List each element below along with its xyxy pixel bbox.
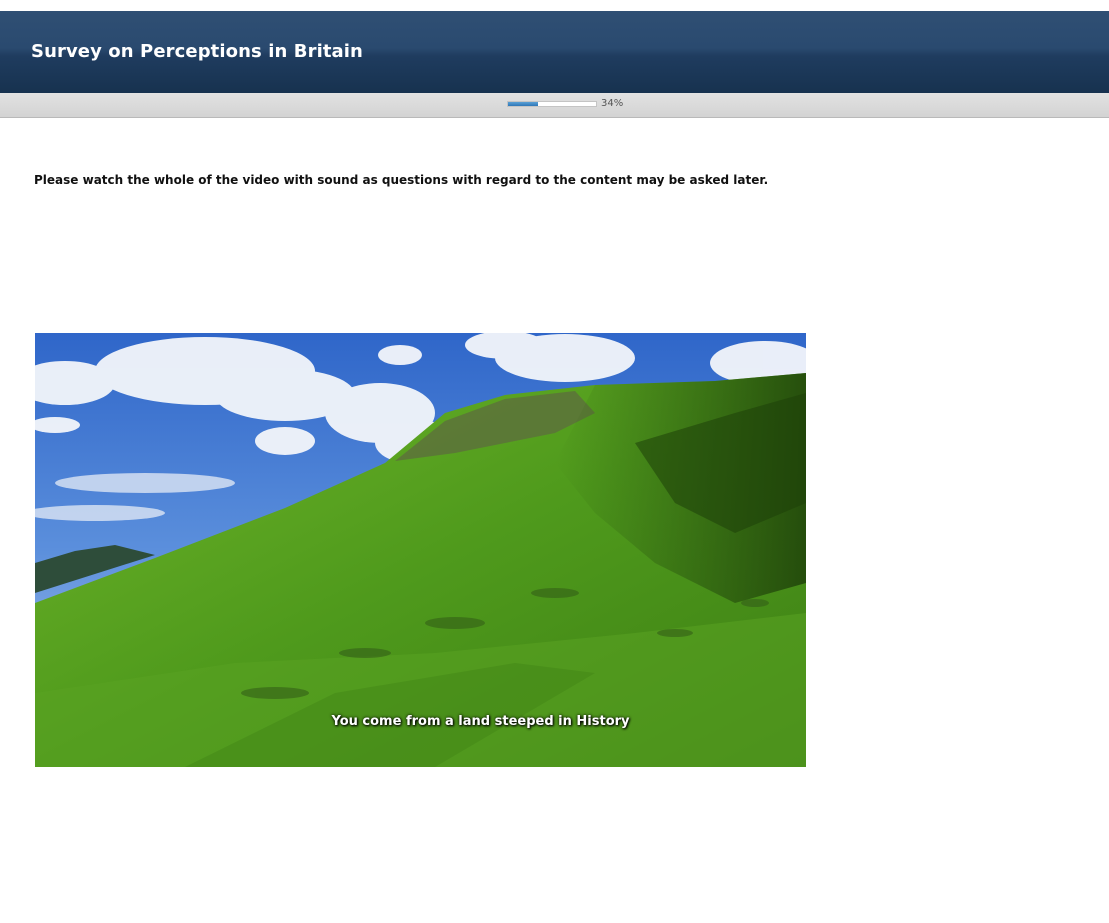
progress-percent-label: 34% <box>601 98 624 109</box>
progress-bar-strip: 34% <box>0 93 1109 118</box>
survey-page: Survey on Perceptions in Britain 34% Ple… <box>0 0 1109 923</box>
top-spacer <box>0 0 1109 11</box>
video-player[interactable]: You come from a land steeped in History <box>35 333 806 767</box>
survey-title: Survey on Perceptions in Britain <box>31 40 363 62</box>
video-subtitle: You come from a land steeped in History <box>331 714 630 729</box>
progress-fill <box>508 102 538 106</box>
video-frame-landscape <box>35 333 806 767</box>
video-instruction-text: Please watch the whole of the video with… <box>34 173 769 187</box>
progress-track <box>507 101 597 107</box>
survey-header: Survey on Perceptions in Britain <box>0 11 1109 93</box>
